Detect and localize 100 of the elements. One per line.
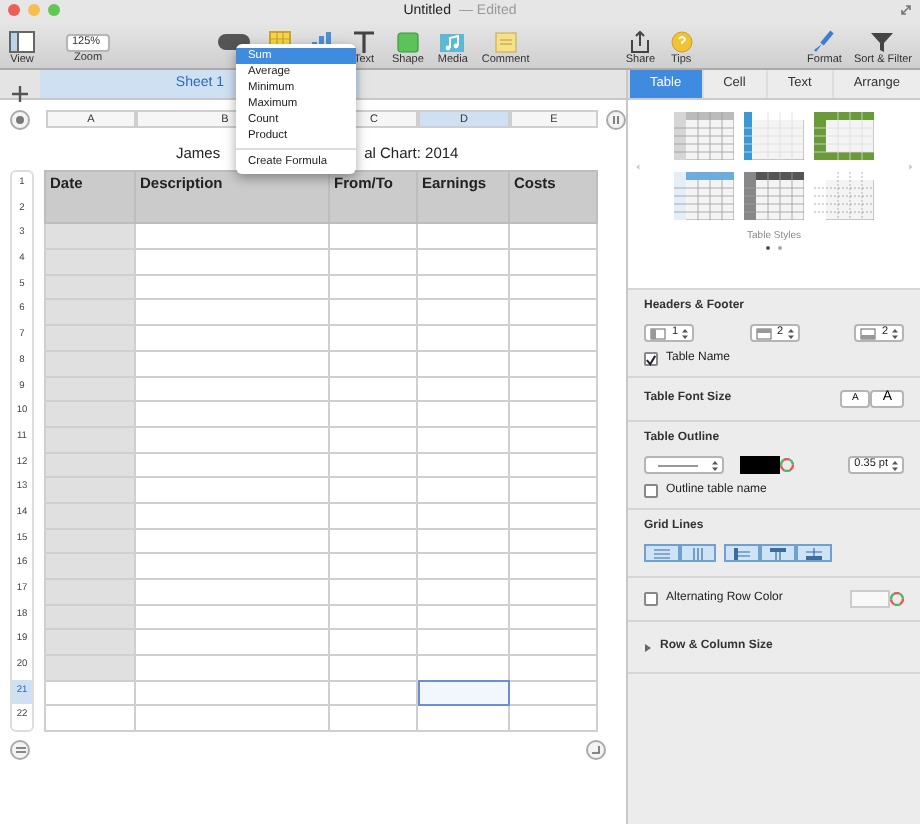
text-icon[interactable]	[350, 30, 378, 54]
table-cell[interactable]	[509, 426, 597, 453]
table-cell[interactable]	[45, 376, 135, 402]
table-style-thumbnail[interactable]	[674, 112, 734, 160]
table-cell[interactable]	[329, 528, 417, 554]
table-style-thumbnail[interactable]	[674, 172, 734, 220]
table-cell[interactable]	[509, 452, 597, 478]
table-cell[interactable]	[417, 629, 509, 656]
table-style-thumbnail[interactable]	[744, 112, 804, 160]
table-cell[interactable]	[509, 376, 597, 402]
table-cell[interactable]	[329, 350, 417, 376]
table-cell[interactable]	[329, 401, 417, 427]
fullscreen-icon[interactable]	[900, 4, 912, 16]
table-cell[interactable]	[509, 680, 597, 706]
table-cell[interactable]	[509, 274, 597, 300]
table-cell[interactable]	[45, 502, 135, 529]
table-cell[interactable]	[135, 680, 329, 706]
view-icon[interactable]	[8, 30, 36, 54]
table-cell[interactable]	[417, 249, 509, 275]
table-cell[interactable]	[417, 528, 509, 554]
shape-icon[interactable]	[393, 30, 422, 54]
comment-icon[interactable]	[491, 30, 520, 54]
table-cell[interactable]	[329, 274, 417, 300]
table-cell[interactable]	[135, 299, 329, 326]
table-cell[interactable]	[135, 401, 329, 427]
table-cell[interactable]	[329, 604, 417, 630]
color-well[interactable]	[740, 456, 780, 474]
table-cell[interactable]	[509, 655, 597, 681]
table-cell[interactable]	[417, 274, 509, 300]
table-style-thumbnail[interactable]	[814, 112, 874, 160]
stepper-arrows-icon[interactable]	[682, 327, 688, 339]
table-cell[interactable]	[135, 249, 329, 275]
table-cell[interactable]	[329, 299, 417, 326]
table-cell[interactable]	[329, 325, 417, 351]
table-cell[interactable]	[417, 350, 509, 376]
plus-icon[interactable]	[12, 85, 28, 102]
resize-table-button[interactable]	[586, 740, 606, 761]
table-cell[interactable]	[329, 553, 417, 579]
table-cell[interactable]	[329, 502, 417, 529]
minimize-button[interactable]	[28, 4, 40, 16]
table-cell[interactable]	[329, 223, 417, 250]
table-cell[interactable]	[417, 604, 509, 630]
table-cell[interactable]	[417, 223, 509, 250]
table-cell[interactable]	[45, 528, 135, 554]
table-cell[interactable]	[45, 579, 135, 605]
table-cell[interactable]	[329, 452, 417, 478]
table-cell[interactable]	[45, 249, 135, 275]
table-cell[interactable]	[135, 477, 329, 503]
share-icon[interactable]	[626, 30, 655, 54]
zoom-button[interactable]	[48, 4, 60, 16]
table-cell[interactable]	[509, 604, 597, 630]
funnel-icon[interactable]	[868, 30, 897, 54]
table-cell[interactable]	[329, 579, 417, 605]
selected-cell[interactable]	[417, 680, 509, 706]
table-cell[interactable]	[135, 655, 329, 681]
table-cell[interactable]	[135, 579, 329, 605]
color-wheel-icon[interactable]	[780, 458, 794, 472]
table-cell[interactable]	[417, 299, 509, 326]
table-cell[interactable]	[45, 604, 135, 630]
table-cell[interactable]	[45, 274, 135, 300]
table-cell[interactable]	[135, 452, 329, 478]
table-cell[interactable]	[509, 223, 597, 250]
table-cell[interactable]	[45, 477, 135, 503]
table-cell[interactable]	[135, 223, 329, 250]
table-cell[interactable]	[329, 655, 417, 681]
table-cell[interactable]	[329, 477, 417, 503]
table-cell[interactable]	[509, 528, 597, 554]
table-cell[interactable]	[135, 350, 329, 376]
stepper-arrows-icon[interactable]	[892, 327, 898, 339]
table-cell[interactable]	[45, 401, 135, 427]
table-cell[interactable]	[45, 452, 135, 478]
table-cell[interactable]	[509, 350, 597, 376]
music-icon[interactable]	[438, 30, 467, 54]
table-cell[interactable]	[45, 553, 135, 579]
table-cell[interactable]	[417, 376, 509, 402]
grid-lines-button[interactable]	[760, 544, 796, 562]
question-icon[interactable]	[667, 30, 696, 54]
select-all-button[interactable]	[10, 109, 30, 129]
table-cell[interactable]	[417, 705, 509, 732]
table-cell[interactable]	[329, 249, 417, 275]
table-cell[interactable]	[417, 579, 509, 605]
table-cell[interactable]	[135, 502, 329, 529]
color-wheel-icon[interactable]	[890, 592, 904, 606]
table-cell[interactable]	[135, 528, 329, 554]
stepper-arrows-icon[interactable]	[712, 459, 718, 471]
table-cell[interactable]	[45, 655, 135, 681]
table-cell[interactable]	[509, 401, 597, 427]
table-cell[interactable]	[45, 426, 135, 453]
grid-lines-button[interactable]	[724, 544, 760, 562]
checkbox[interactable]	[644, 352, 658, 366]
table-cell[interactable]	[135, 376, 329, 402]
table-cell[interactable]	[135, 426, 329, 453]
table-cell[interactable]	[45, 350, 135, 376]
table-cell[interactable]	[509, 502, 597, 529]
table-cell[interactable]	[45, 299, 135, 326]
table-cell[interactable]	[45, 223, 135, 250]
table-cell[interactable]	[509, 553, 597, 579]
column-options-button[interactable]	[606, 109, 626, 129]
table-cell[interactable]	[417, 502, 509, 529]
table-cell[interactable]	[509, 249, 597, 275]
